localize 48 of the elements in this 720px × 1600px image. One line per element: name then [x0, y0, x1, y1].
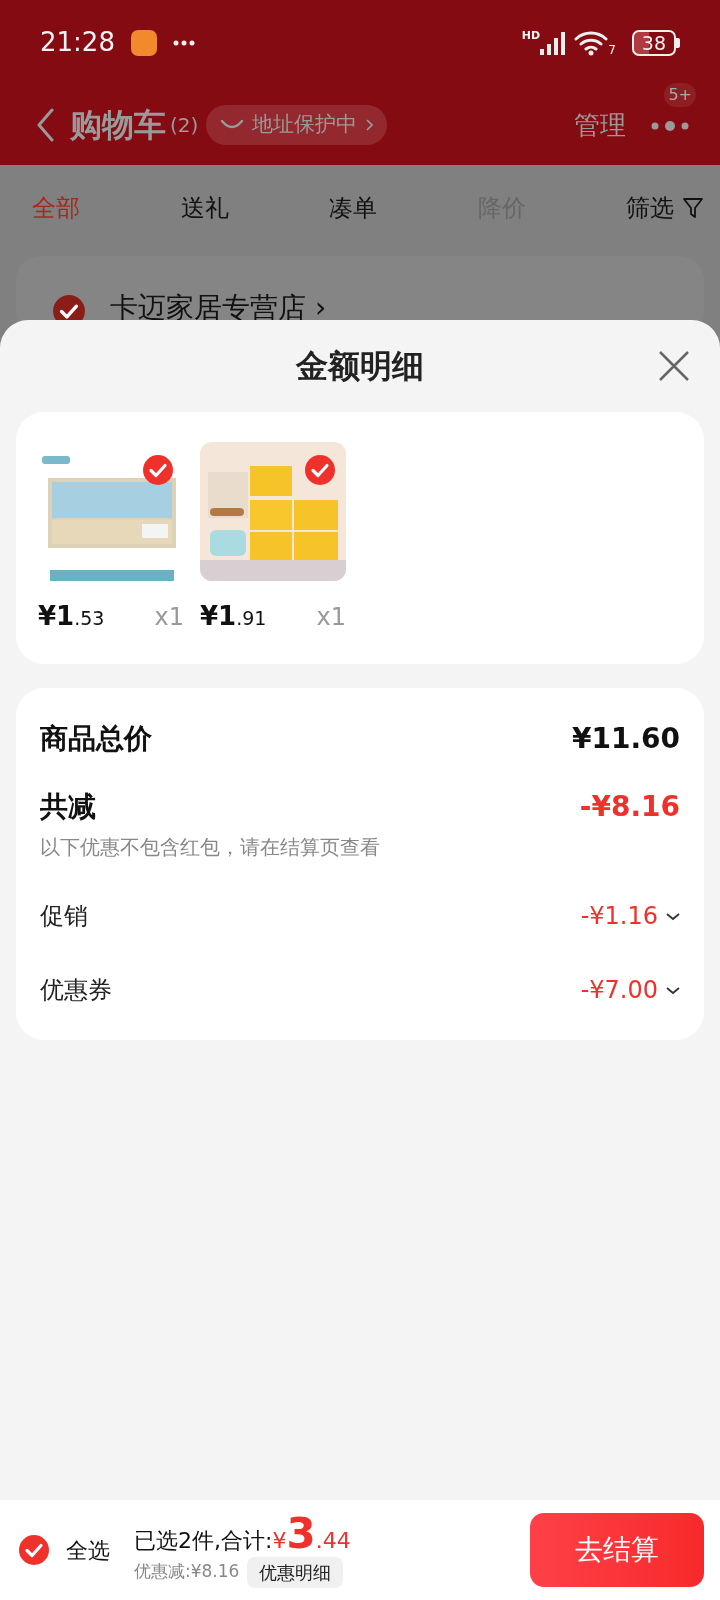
signal-icon	[540, 30, 567, 55]
more-button[interactable]	[650, 119, 690, 132]
label-text: 共减	[40, 789, 96, 825]
close-button[interactable]	[658, 350, 690, 382]
sheet-title: 金额明细	[296, 346, 424, 387]
chevron-right-icon	[365, 119, 374, 131]
filter-tab[interactable]: 送礼	[180, 189, 229, 226]
battery-level-text: 38	[631, 29, 676, 56]
filter-icon	[682, 196, 704, 219]
checkbox[interactable]	[18, 1534, 50, 1566]
total-amount-text: ¥3.44	[272, 1512, 351, 1557]
price-text: ¥1.53	[38, 600, 105, 633]
chevron-down-icon[interactable]	[666, 911, 680, 921]
address-protection-badge[interactable]: 地址保护中	[206, 105, 388, 145]
back-button[interactable]	[36, 108, 54, 142]
app-notification-icon	[130, 29, 157, 56]
checkbox[interactable]	[304, 454, 336, 486]
wifi-icon	[574, 29, 609, 56]
discount-amount: -¥7.00	[580, 975, 658, 1006]
label-text: 商品总价	[40, 721, 152, 757]
discount-amount: -¥1.16	[580, 901, 658, 932]
quantity-text: x1	[154, 602, 184, 633]
notification-badge: 5+	[664, 83, 696, 107]
selected-summary-text: 已选2件,合计:	[134, 1526, 273, 1555]
chevron-down-icon[interactable]	[666, 985, 680, 995]
select-all-label: 全选	[66, 1536, 110, 1565]
filter-tab[interactable]: 凑单	[329, 189, 377, 226]
more-notifications-icon	[172, 39, 195, 46]
quantity-text: x1	[316, 602, 346, 633]
manage-button[interactable]: 管理	[574, 105, 626, 145]
checkbox[interactable]	[142, 454, 174, 486]
price-text: ¥1.91	[200, 600, 267, 633]
store-name: 卡迈家居专营店 ›	[110, 294, 327, 322]
wifi-standard-text: 7	[608, 42, 616, 59]
total-price-text: ¥11.60	[571, 721, 680, 757]
item-count-text: (2)	[170, 112, 199, 139]
note-text: 以下优惠不包含红包，请在结算页查看	[40, 834, 381, 861]
clock-text: 21:28	[40, 26, 115, 59]
saving-text: 优惠减:¥8.16	[134, 1560, 240, 1584]
filter-button[interactable]: 筛选	[626, 189, 704, 226]
battery-tip-icon	[676, 37, 680, 48]
checkout-button[interactable]: 去结算	[530, 1513, 704, 1587]
discount-detail-button[interactable]: 优惠明细	[247, 1556, 344, 1588]
page-title: 购物车	[70, 105, 166, 146]
discount-label: 促销	[40, 901, 88, 932]
discount-label: 优惠券	[40, 975, 112, 1006]
discount-text: -¥8.16	[579, 789, 680, 825]
network-type-text: HD	[521, 28, 541, 44]
